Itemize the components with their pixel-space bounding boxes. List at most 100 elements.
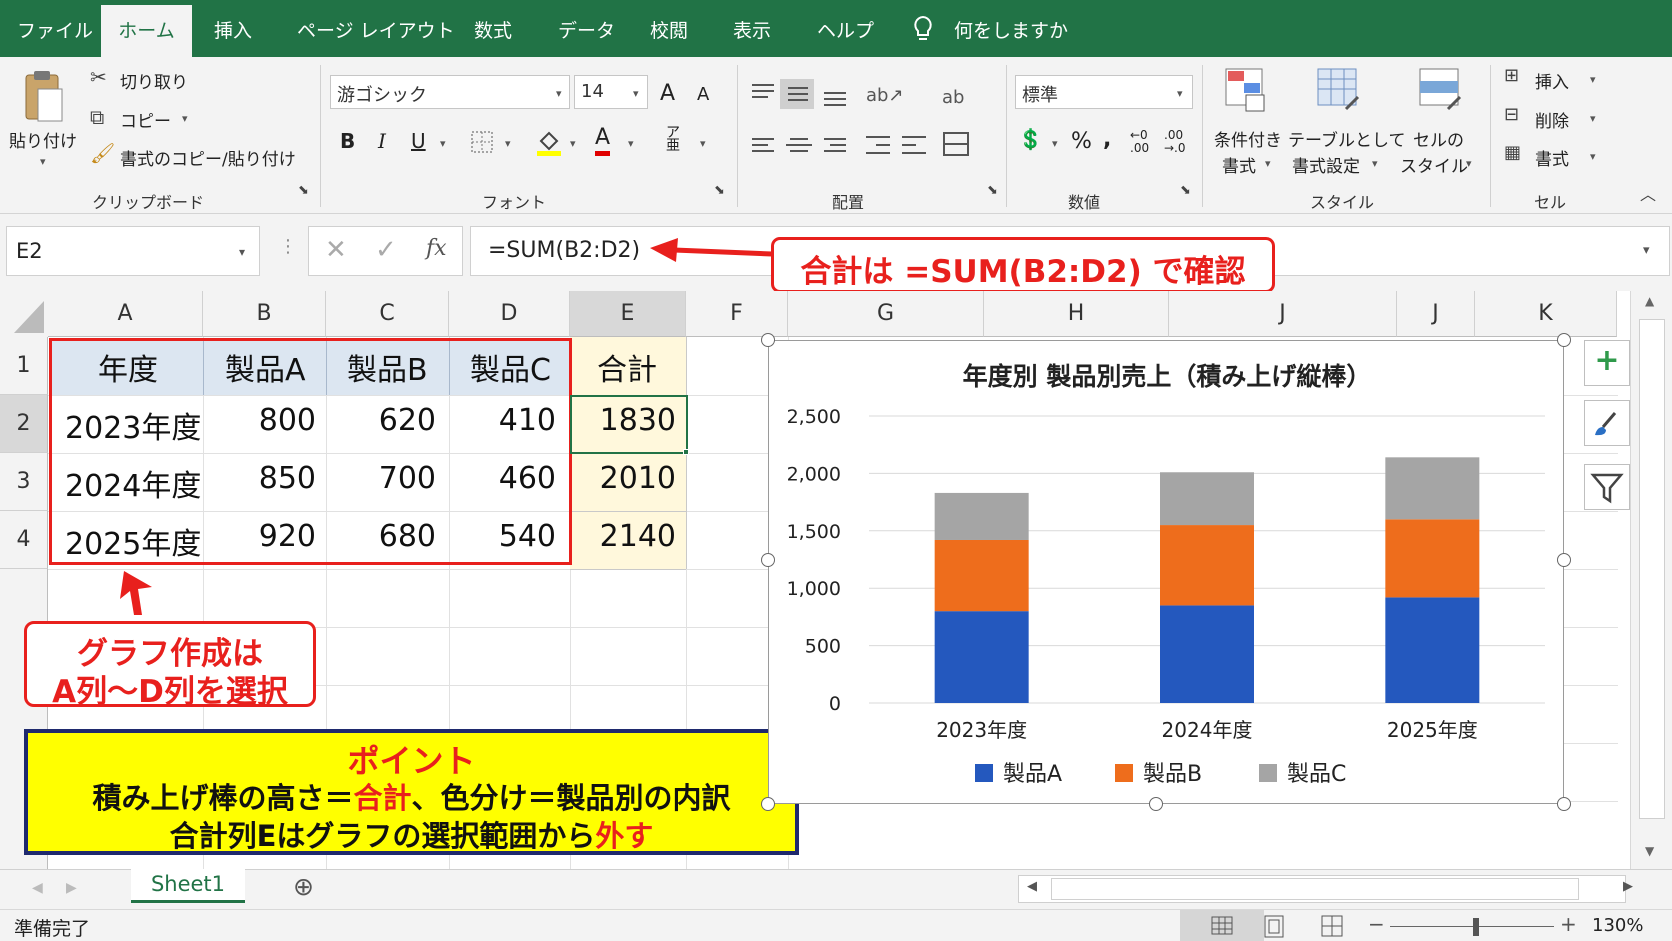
chart-resize-handle[interactable] <box>1557 333 1571 347</box>
collapse-ribbon-icon[interactable]: ︿ <box>1640 181 1656 205</box>
dialog-launcher-icon[interactable]: ⬊ <box>298 183 309 198</box>
tab-data[interactable]: データ <box>558 16 615 43</box>
scroll-left-icon[interactable]: ◀ <box>1027 879 1037 894</box>
italic-button[interactable]: I <box>378 129 386 153</box>
chart-resize-handle[interactable] <box>1149 797 1163 811</box>
column-header-j[interactable]: J <box>1397 291 1475 337</box>
select-all-corner[interactable] <box>0 291 48 337</box>
font-name-combo[interactable]: 游ゴシック <box>330 75 570 109</box>
name-box-dropdown-icon[interactable]: ▾ <box>239 245 245 259</box>
add-sheet-button[interactable]: ⊕ <box>293 872 314 901</box>
cell-e3[interactable]: 2010 <box>560 461 676 496</box>
column-header-k[interactable]: K <box>1475 291 1617 337</box>
chart-elements-button[interactable]: + <box>1584 340 1630 386</box>
font-name-dropdown-icon[interactable]: ▾ <box>556 87 562 100</box>
font-color-dropdown-icon[interactable]: ▾ <box>628 137 634 150</box>
page-layout-view-icon[interactable] <box>1260 914 1288 940</box>
vertical-scroll-thumb[interactable] <box>1639 319 1665 819</box>
cell-e1[interactable]: 合計 <box>597 345 657 389</box>
delete-cells-dropdown-icon[interactable]: ▾ <box>1590 112 1596 125</box>
insert-function-button[interactable]: fx <box>426 236 447 261</box>
chart-resize-handle[interactable] <box>761 333 775 347</box>
format-as-table-label-2[interactable]: 書式設定 <box>1292 152 1360 177</box>
next-sheet-icon[interactable]: ▶ <box>66 880 77 896</box>
more-options-icon[interactable]: ⋮ <box>279 236 297 257</box>
conditional-format-icon[interactable] <box>1224 67 1268 113</box>
fill-handle[interactable] <box>683 449 689 455</box>
underline-dropdown-icon[interactable]: ▾ <box>440 137 446 150</box>
column-header-a[interactable]: A <box>48 291 203 337</box>
zoom-slider-thumb[interactable] <box>1473 918 1479 936</box>
chart-resize-handle[interactable] <box>1557 553 1571 567</box>
bold-button[interactable]: B <box>340 129 355 153</box>
shrink-font-button[interactable]: A <box>697 84 709 105</box>
format-as-table-label-1[interactable]: テーブルとして <box>1288 126 1405 151</box>
increase-decimal-button[interactable]: ←0.00 <box>1130 129 1149 155</box>
fill-color-icon[interactable] <box>536 127 562 157</box>
column-header-h[interactable]: H <box>984 291 1169 337</box>
percent-button[interactable]: % <box>1071 129 1092 154</box>
tab-help[interactable]: ヘルプ <box>817 16 874 43</box>
delete-cells-button[interactable]: 削除 <box>1535 107 1569 132</box>
horizontal-scrollbar[interactable]: ◀ ▶ <box>1018 875 1633 903</box>
cell-styles-label-2[interactable]: スタイル <box>1400 152 1468 177</box>
font-size-dropdown-icon[interactable]: ▾ <box>633 87 639 100</box>
grow-font-button[interactable]: A <box>660 81 675 106</box>
scroll-down-icon[interactable]: ▼ <box>1645 844 1654 858</box>
copy-dropdown-icon[interactable]: ▾ <box>182 112 188 125</box>
tab-review[interactable]: 校閲 <box>650 16 688 43</box>
format-cells-button[interactable]: 書式 <box>1535 145 1569 170</box>
format-as-table-icon[interactable] <box>1316 67 1362 113</box>
tab-file[interactable]: ファイル <box>17 16 93 43</box>
normal-view-button[interactable] <box>1180 910 1264 941</box>
currency-icon[interactable]: 💲 <box>1018 127 1043 151</box>
alignment-buttons[interactable]: ab↗ ab <box>748 79 998 179</box>
cancel-icon[interactable]: ✕ <box>325 235 347 265</box>
expand-formula-icon[interactable]: ▾ <box>1643 243 1650 258</box>
conditional-format-label-1[interactable]: 条件付き <box>1214 126 1282 151</box>
stacked-column-chart[interactable]: 年度別 製品別売上（積み上げ縦棒） 0 500 1,000 1,500 2,000 2,5… <box>768 340 1564 804</box>
column-header-f[interactable]: F <box>686 291 788 337</box>
paste-icon[interactable] <box>22 69 66 127</box>
tab-home[interactable]: ホーム <box>101 5 192 57</box>
fill-color-dropdown-icon[interactable]: ▾ <box>570 137 576 150</box>
scroll-right-icon[interactable]: ▶ <box>1623 879 1633 894</box>
font-color-button[interactable]: A <box>595 125 611 156</box>
column-header-c[interactable]: C <box>326 291 449 337</box>
cell-styles-label-1[interactable]: セルの <box>1413 126 1464 151</box>
column-header-e[interactable]: E <box>570 291 686 337</box>
phonetic-icon[interactable]: ア亜 <box>666 126 680 153</box>
horizontal-scroll-thumb[interactable] <box>1051 878 1579 900</box>
insert-cells-button[interactable]: 挿入 <box>1535 68 1569 93</box>
number-format-dropdown-icon[interactable]: ▾ <box>1177 87 1183 100</box>
number-format-combo[interactable]: 標準 <box>1015 75 1193 109</box>
chart-resize-handle[interactable] <box>761 553 775 567</box>
comma-button[interactable]: , <box>1103 127 1111 152</box>
zoom-in-button[interactable]: + <box>1560 912 1577 936</box>
insert-cells-dropdown-icon[interactable]: ▾ <box>1590 73 1596 86</box>
scroll-up-icon[interactable]: ▲ <box>1645 294 1654 308</box>
currency-dropdown-icon[interactable]: ▾ <box>1052 137 1058 150</box>
tell-me-search[interactable]: 何をしますか <box>954 16 1068 43</box>
phonetic-dropdown-icon[interactable]: ▾ <box>700 137 706 150</box>
row-header-2[interactable]: 2 <box>0 395 48 453</box>
row-header-3[interactable]: 3 <box>0 453 48 511</box>
format-painter-button[interactable]: 書式のコピー/貼り付け <box>120 145 296 170</box>
prev-sheet-icon[interactable]: ◀ <box>32 880 43 896</box>
chart-resize-handle[interactable] <box>761 797 775 811</box>
copy-button[interactable]: コピー <box>120 107 171 132</box>
column-header-b[interactable]: B <box>203 291 326 337</box>
row-header-4[interactable]: 4 <box>0 511 48 569</box>
borders-dropdown-icon[interactable]: ▾ <box>505 137 511 150</box>
vertical-scrollbar[interactable]: ▲ ▼ <box>1630 291 1672 869</box>
chart-styles-button[interactable] <box>1584 400 1630 446</box>
row-header-1[interactable]: 1 <box>0 337 48 395</box>
enter-icon[interactable]: ✓ <box>375 235 397 265</box>
chart-resize-handle[interactable] <box>1557 797 1571 811</box>
cell-e4[interactable]: 2140 <box>560 519 676 554</box>
cell-styles-icon[interactable] <box>1418 67 1464 113</box>
decrease-decimal-button[interactable]: .00 →.0 <box>1164 129 1186 155</box>
zoom-slider[interactable] <box>1390 926 1554 927</box>
cut-button[interactable]: 切り取り <box>120 68 188 93</box>
underline-button[interactable]: U <box>411 129 426 153</box>
